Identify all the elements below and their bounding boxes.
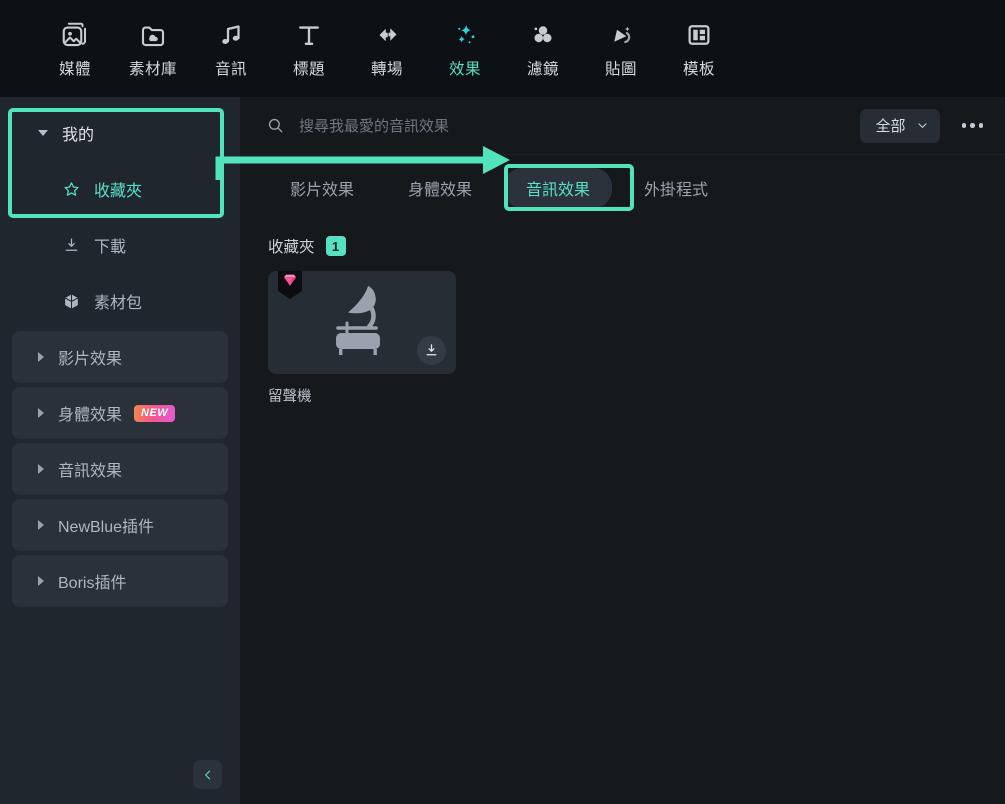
toolbar-label: 貼圖 (604, 61, 637, 78)
package-box-icon (60, 292, 82, 311)
chevron-right-icon (38, 464, 44, 474)
tab-label: 身體效果 (408, 182, 473, 199)
sidebar-item-body-effects[interactable]: 身體效果 NEW (12, 387, 228, 439)
dot (961, 123, 966, 128)
effects-sparkle-icon (450, 18, 480, 52)
chevron-right-icon (38, 352, 44, 362)
filter-label: 全部 (875, 118, 906, 135)
chevron-left-icon (204, 770, 210, 779)
toolbar-item-title[interactable]: 標題 (270, 14, 348, 84)
toolbar-label: 濾鏡 (526, 61, 559, 78)
media-image-icon (60, 18, 90, 52)
section-title: 收藏夾 (268, 239, 315, 256)
sidebar-item-label: 影片效果 (58, 351, 123, 368)
section-header: 收藏夾 1 (268, 235, 1005, 257)
tab-label: 外掛程式 (644, 182, 709, 199)
music-note-icon (216, 18, 246, 52)
transition-icon (372, 18, 402, 52)
main-panel: 搜尋我最愛的音訊效果 全部 影片效果 身體效果 音訊效果 外掛程式 收藏夾 1 … (240, 97, 1005, 804)
tab-label: 影片效果 (290, 182, 355, 199)
download-circle-icon[interactable] (417, 336, 446, 365)
chevron-down-icon (38, 130, 48, 136)
filter-dropdown[interactable]: 全部 (860, 108, 940, 143)
sidebar-item-label: 素材包 (94, 295, 143, 312)
sidebar-item-label: NewBlue插件 (58, 519, 155, 536)
effect-thumbnail[interactable] (268, 271, 456, 374)
toolbar-label: 模板 (682, 61, 715, 78)
sidebar-item-audio-effects[interactable]: 音訊效果 (12, 443, 228, 495)
chevron-right-icon (38, 408, 44, 418)
sidebar-item-downloads[interactable]: 下載 (12, 219, 228, 271)
main-toolbar: 媒體 素材庫 音訊 標題 轉場 效果 濾鏡 貼圖 模板 (0, 0, 1005, 97)
sidebar-item-newblue-plugin[interactable]: NewBlue插件 (12, 499, 228, 551)
sidebar-item-label: 我的 (62, 127, 95, 144)
toolbar-label: 素材庫 (128, 61, 177, 78)
sidebar-item-label: 身體效果 (58, 407, 123, 424)
dot (978, 123, 983, 128)
effect-card-label: 留聲機 (268, 389, 312, 405)
chevron-right-icon (38, 576, 44, 586)
toolbar-item-media[interactable]: 媒體 (36, 14, 114, 84)
search-input[interactable]: 搜尋我最愛的音訊效果 (266, 115, 860, 136)
sidebar-item-label: 音訊效果 (58, 463, 123, 480)
sidebar-item-mine[interactable]: 我的 (12, 107, 228, 159)
gramophone-icon (336, 285, 380, 355)
sidebar-list: 我的 收藏夾 下載 素材包 影片效果 身體效果 NEW 音訊效果 NewBlue… (0, 97, 240, 607)
tab-audio-effects[interactable]: 音訊效果 (504, 168, 613, 208)
dot (970, 123, 975, 128)
sidebar-item-favorites[interactable]: 收藏夾 (12, 163, 228, 215)
toolbar-item-effects[interactable]: 效果 (426, 14, 504, 84)
pink-diamond-badge-icon (278, 271, 302, 299)
text-title-icon (294, 18, 324, 52)
more-options-icon[interactable] (958, 115, 988, 136)
toolbar-label: 媒體 (58, 61, 91, 78)
stock-library-icon (138, 18, 168, 52)
sidebar-item-boris-plugin[interactable]: Boris插件 (12, 555, 228, 607)
template-layout-icon (684, 18, 714, 52)
toolbar-item-stock-library[interactable]: 素材庫 (114, 14, 192, 84)
star-icon (60, 180, 82, 199)
toolbar-label: 效果 (448, 61, 481, 78)
sidebar-item-video-effects[interactable]: 影片效果 (12, 331, 228, 383)
section-count-badge: 1 (325, 236, 346, 256)
app-window: 媒體 素材庫 音訊 標題 轉場 效果 濾鏡 貼圖 模板 我的 收藏夾 下載 素材… (0, 0, 1005, 804)
tab-label: 音訊效果 (526, 182, 591, 199)
sidebar-collapse-button[interactable] (193, 760, 222, 789)
category-tabs: 影片效果 身體效果 音訊效果 外掛程式 (240, 155, 1005, 221)
search-placeholder: 搜尋我最愛的音訊效果 (299, 118, 450, 135)
toolbar-label: 標題 (292, 61, 325, 78)
search-icon (268, 118, 283, 133)
toolbar-item-audio[interactable]: 音訊 (192, 14, 270, 84)
sidebar-item-label: 下載 (94, 239, 127, 256)
sticker-icon (606, 18, 636, 52)
content-area: 收藏夾 1 留聲機 (240, 221, 1005, 406)
sidebar-item-asset-pack[interactable]: 素材包 (12, 275, 228, 327)
effect-card[interactable]: 留聲機 (268, 271, 456, 406)
download-icon (60, 236, 82, 255)
new-badge: NEW (134, 404, 176, 422)
tab-video-effects[interactable]: 影片效果 (268, 168, 376, 208)
filter-circles-icon (528, 18, 558, 52)
chevron-right-icon (38, 520, 44, 530)
toolbar-label: 轉場 (370, 61, 403, 78)
left-sidebar: 我的 收藏夾 下載 素材包 影片效果 身體效果 NEW 音訊效果 NewBlue… (0, 97, 240, 804)
tab-body-effects[interactable]: 身體效果 (386, 168, 494, 208)
sidebar-item-label: 收藏夾 (94, 183, 143, 200)
toolbar-item-transition[interactable]: 轉場 (348, 14, 426, 84)
toolbar-item-sticker[interactable]: 貼圖 (582, 14, 660, 84)
chevron-down-icon (917, 123, 927, 128)
toolbar-item-filter[interactable]: 濾鏡 (504, 14, 582, 84)
sidebar-item-label: Boris插件 (58, 575, 127, 592)
toolbar-item-template[interactable]: 模板 (660, 14, 738, 84)
tab-plugins[interactable]: 外掛程式 (622, 168, 730, 208)
search-bar: 搜尋我最愛的音訊效果 全部 (240, 97, 1005, 155)
toolbar-label: 音訊 (214, 61, 247, 78)
